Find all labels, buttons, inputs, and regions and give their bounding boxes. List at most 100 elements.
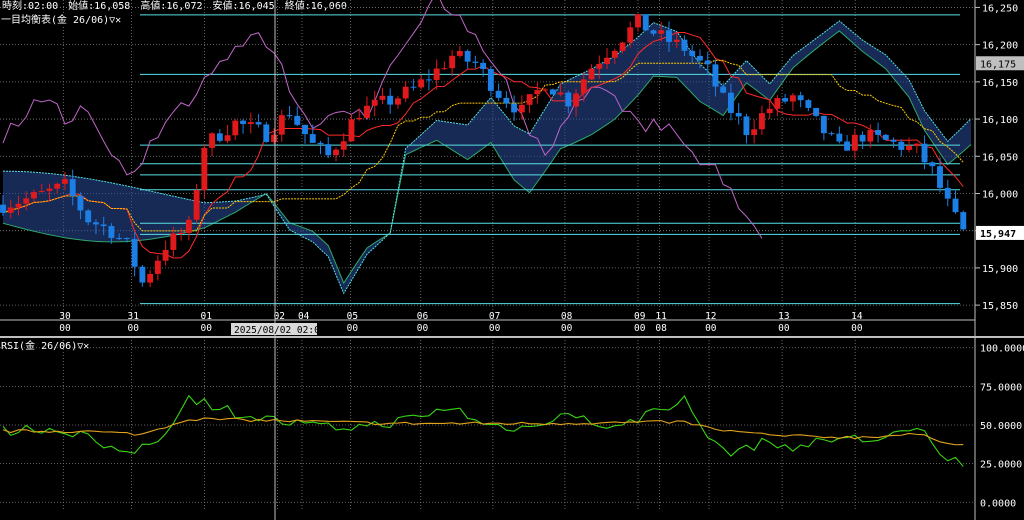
time-axis-hour-label: 00 <box>851 323 863 334</box>
candle-body <box>255 122 262 125</box>
candle-body <box>425 79 432 81</box>
time-axis-day-label: 11 <box>655 311 667 322</box>
senkou-span-b <box>2 20 972 295</box>
rsi-axis-tick-label: 50.0000 <box>980 421 1022 432</box>
candle-body <box>697 55 703 61</box>
candle-body <box>193 190 200 220</box>
candle-body <box>960 212 967 230</box>
time-axis-hour-label: 00 <box>201 323 213 334</box>
candle-body <box>402 86 409 99</box>
candle-body <box>441 68 448 70</box>
candle-body <box>518 104 525 113</box>
candle-body <box>108 226 115 238</box>
candle-body <box>890 139 897 142</box>
candle-body <box>673 39 680 42</box>
main-panel-grid <box>0 0 1024 520</box>
candle-body <box>642 14 649 31</box>
candle-body <box>449 55 456 69</box>
candle-body <box>15 203 22 208</box>
candle-body <box>944 187 951 199</box>
candle-body <box>85 210 92 223</box>
candle-body <box>364 105 370 119</box>
time-axis-day-label: 08 <box>561 311 573 322</box>
crosshair-cursor: 2025/08/02 02:00 <box>231 0 326 520</box>
time-axis-hour-label: 00 <box>561 323 573 334</box>
candle-body <box>480 62 487 69</box>
candle-body <box>224 135 231 141</box>
candle-body <box>263 124 270 142</box>
candle-body <box>913 143 920 146</box>
candlesticks <box>0 13 967 287</box>
time-axis-day-label: 05 <box>347 311 358 322</box>
candle-body <box>92 222 99 225</box>
candle-body <box>542 89 549 91</box>
time-axis-day-label: 14 <box>851 311 863 322</box>
candle-body <box>720 86 727 93</box>
rsi-axis-tick-label: 25.0000 <box>980 460 1022 471</box>
time-axis-hour-label: 00 <box>347 323 359 334</box>
candle-body <box>704 60 711 65</box>
candle-body <box>356 118 363 120</box>
time-axis-day-label: 30 <box>59 311 71 322</box>
candle-body <box>921 143 928 163</box>
main-panel-label[interactable]: 一目均衡表(金 26/06)▽✕ <box>1 13 121 26</box>
candle-body <box>503 97 510 104</box>
candle-body <box>789 95 796 102</box>
candle-body <box>317 142 324 145</box>
candle-body <box>116 237 123 239</box>
candle-body <box>487 68 494 91</box>
candle-body <box>278 115 285 135</box>
candle-body <box>54 183 61 189</box>
candle-body <box>162 249 169 261</box>
time-axis-day-label: 09 <box>634 311 646 322</box>
candle-body <box>743 116 750 136</box>
time-axis-hour-label: 00 <box>705 323 717 334</box>
candle-body <box>240 120 247 125</box>
candle-body <box>100 224 107 227</box>
candle-body <box>286 115 293 117</box>
rsi-axis-tick-label: 100.0000 <box>980 344 1024 355</box>
candle-body <box>627 27 634 43</box>
candle-body <box>604 57 610 64</box>
candle-body <box>433 68 440 80</box>
candle-body <box>650 30 657 34</box>
candle-body <box>867 129 874 142</box>
main-axis-tick-label: 16,000 <box>982 189 1018 200</box>
rsi-value-axis: 100.0000 75.0000 50.0000 25.0000 0.0000 <box>980 344 1024 510</box>
candle-body <box>456 50 463 56</box>
candle-body <box>758 113 765 130</box>
price-label: 16,175 <box>980 59 1016 70</box>
time-axis-day-label: 07 <box>489 311 500 322</box>
candle-body <box>139 266 146 283</box>
candle-body <box>712 64 719 87</box>
price-label: 15,947 <box>980 229 1016 240</box>
time-axis-day-label: 13 <box>778 311 789 322</box>
rsi-line <box>2 394 964 467</box>
candle-body <box>340 141 347 150</box>
candle-body <box>588 68 595 80</box>
candle-body <box>813 107 820 116</box>
candle-body <box>844 141 851 151</box>
candle-body <box>635 14 641 28</box>
rsi-axis-tick-label: 75.0000 <box>980 382 1022 393</box>
time-axis-day-label: 12 <box>705 311 716 322</box>
candle-body <box>131 238 138 267</box>
candle-body <box>395 98 401 105</box>
rsi-panel-label[interactable]: RSI(金 26/06)▽✕ <box>1 339 89 352</box>
candle-body <box>526 94 533 105</box>
candle-body <box>123 237 130 239</box>
candle-body <box>681 39 688 51</box>
rsi-panel-grid <box>0 340 975 510</box>
candle-body <box>549 89 556 95</box>
candle-body <box>62 179 68 184</box>
candle-body <box>797 95 804 101</box>
candle-body <box>689 50 696 56</box>
candle-body <box>898 141 905 150</box>
chart-canvas[interactable]: 16,250 16,200 16,150 16,100 16,050 16,000 15,9… <box>0 0 1024 520</box>
time-axis-hour-label: 00 <box>59 323 71 334</box>
main-axis-tick-label: 16,050 <box>982 152 1018 163</box>
rsi-lines <box>2 394 964 467</box>
candle-body <box>348 119 355 142</box>
candle-body <box>882 134 889 140</box>
candle-body <box>782 98 789 102</box>
